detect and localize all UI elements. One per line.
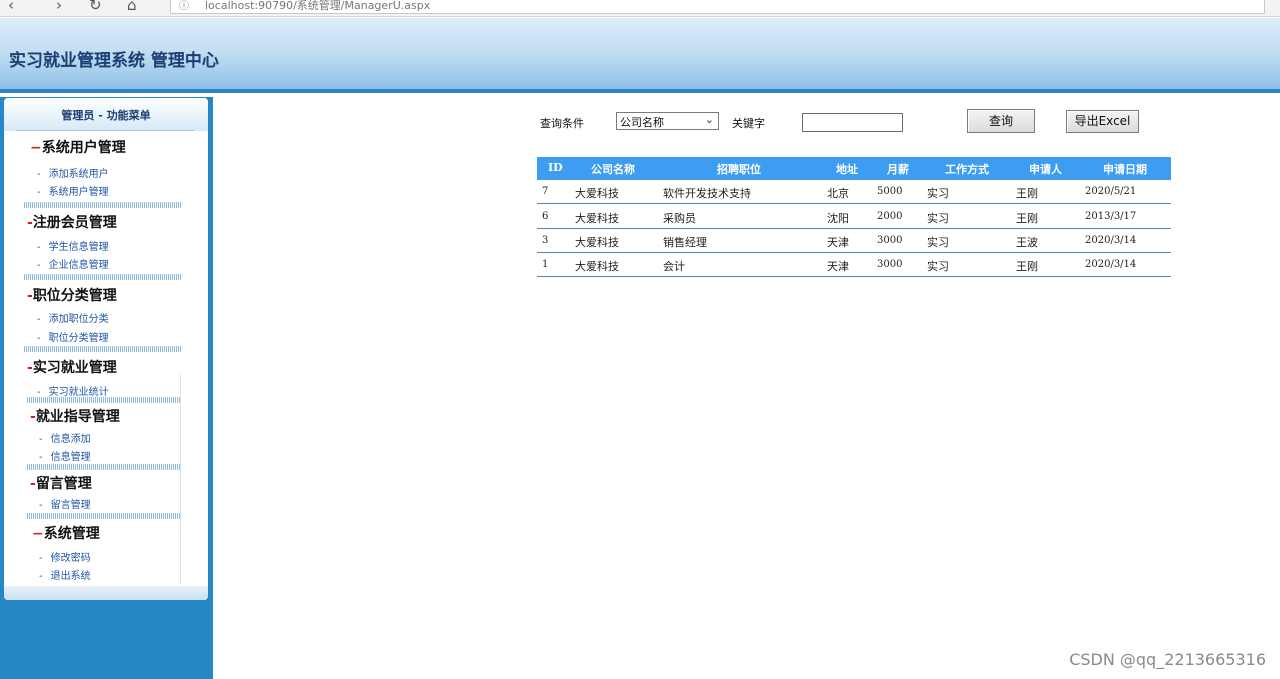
url-text[interactable]: localhost:90790/系统管理/ManagerU.aspx	[205, 0, 430, 13]
cell-position: 会计	[663, 260, 685, 273]
menu-heading: 管理员 - 功能菜单	[61, 109, 151, 122]
table-row: 1 大爱科技 会计 天津 3000 实习 王刚 2020/3/14	[537, 253, 1171, 277]
menu-divider	[27, 397, 181, 403]
sidebar-item-system-user-manage[interactable]: - 系统用户管理	[37, 183, 109, 198]
export-excel-button[interactable]: 导出Excel	[1066, 110, 1139, 133]
cell-apply-date: 2020/5/21	[1085, 186, 1137, 197]
sidebar-section-career-guidance[interactable]: -就业指导管理	[30, 406, 120, 426]
keyword-label: 关键字	[732, 117, 765, 130]
menu-divider	[27, 464, 181, 470]
cell-position: 采购员	[663, 212, 696, 225]
cell-applicant: 王波	[1016, 236, 1038, 249]
app-header: 实习就业管理系统 管理中心	[0, 18, 1280, 93]
table-row: 6 大爱科技 采购员 沈阳 2000 实习 王刚 2013/3/17	[537, 205, 1171, 229]
cell-work-type: 实习	[927, 212, 949, 225]
cell-id: 7	[542, 186, 549, 197]
cell-salary: 2000	[877, 211, 903, 222]
cell-work-type: 实习	[927, 236, 949, 249]
menu-heading-divider	[16, 130, 194, 131]
watermark: CSDN @qq_2213665316	[1069, 650, 1266, 669]
address-bar[interactable]: ⓘ localhost:90790/系统管理/ManagerU.aspx	[170, 0, 1265, 14]
condition-select-value: 公司名称	[620, 116, 664, 129]
menu-divider	[24, 274, 181, 280]
cell-id: 6	[542, 211, 549, 222]
sidebar-section-system-users[interactable]: −系统用户管理	[30, 137, 126, 157]
cell-company: 大爱科技	[575, 236, 619, 249]
cell-salary: 3000	[877, 235, 903, 246]
cell-address: 沈阳	[827, 212, 849, 225]
section-dash-icon: −	[30, 140, 42, 156]
cell-apply-date: 2020/3/14	[1085, 235, 1137, 246]
reload-icon[interactable]: ↻	[89, 0, 102, 14]
table-header: ID 公司名称 招聘职位 地址 月薪 工作方式 申请人 申请日期	[537, 157, 1171, 180]
cell-applicant: 王刚	[1016, 260, 1038, 273]
cell-company: 大爱科技	[575, 187, 619, 200]
condition-select[interactable]: 公司名称 ⌄	[616, 112, 719, 130]
cell-salary: 3000	[877, 259, 903, 270]
sidebar-section-messages[interactable]: -留言管理	[30, 473, 92, 493]
menu-divider	[24, 346, 181, 352]
sidebar-item-change-password[interactable]: - 修改密码	[39, 549, 91, 564]
app-title: 实习就业管理系统 管理中心	[9, 51, 219, 71]
sidebar-item-job-category-manage[interactable]: - 职位分类管理	[37, 329, 109, 344]
cell-work-type: 实习	[927, 260, 949, 273]
table-row: 7 大爱科技 软件开发技术支持 北京 5000 实习 王刚 2020/5/21	[537, 180, 1171, 204]
cell-position: 软件开发技术支持	[663, 187, 751, 200]
cell-position: 销售经理	[663, 236, 707, 249]
cell-apply-date: 2020/3/14	[1085, 259, 1137, 270]
back-icon[interactable]: ‹	[8, 0, 14, 14]
condition-label: 查询条件	[540, 117, 584, 130]
sidebar-section-system[interactable]: −系统管理	[32, 523, 100, 543]
sidebar-section-job-category[interactable]: -职位分类管理	[27, 285, 117, 305]
cell-applicant: 王刚	[1016, 187, 1038, 200]
cell-address: 天津	[827, 260, 849, 273]
sidebar-item-message-manage[interactable]: - 留言管理	[39, 496, 91, 511]
sidebar-item-student-info[interactable]: - 学生信息管理	[37, 238, 109, 253]
column-header-work-type: 工作方式	[945, 163, 989, 176]
sidebar-section-internship[interactable]: -实习就业管理	[27, 357, 117, 377]
column-header-apply-date: 申请日期	[1103, 163, 1147, 176]
cell-company: 大爱科技	[575, 260, 619, 273]
menu-header: 管理员 - 功能菜单	[4, 98, 208, 131]
sidebar-item-company-info[interactable]: - 企业信息管理	[37, 256, 109, 271]
column-header-address: 地址	[836, 163, 858, 176]
keyword-input[interactable]	[802, 113, 903, 132]
table-row: 3 大爱科技 销售经理 天津 3000 实习 王波 2020/3/14	[537, 229, 1171, 253]
column-header-position: 招聘职位	[717, 163, 761, 176]
sidebar-item-logout[interactable]: - 退出系统	[39, 567, 91, 582]
menu-divider	[180, 374, 181, 584]
cell-address: 北京	[827, 187, 849, 200]
query-button[interactable]: 查询	[967, 109, 1035, 133]
browser-toolbar: ‹ › ↻ ⌂ ⓘ localhost:90790/系统管理/ManagerU.…	[0, 0, 1280, 17]
home-icon[interactable]: ⌂	[127, 0, 137, 14]
column-header-company: 公司名称	[591, 163, 635, 176]
menu-divider	[24, 202, 181, 208]
cell-applicant: 王刚	[1016, 212, 1038, 225]
cell-address: 天津	[827, 236, 849, 249]
sidebar-menu: 管理员 - 功能菜单 −系统用户管理 - 添加系统用户 - 系统用户管理 -注册会员…	[4, 98, 208, 600]
cell-id: 1	[542, 259, 549, 270]
site-info-icon[interactable]: ⓘ	[179, 0, 189, 12]
cell-apply-date: 2013/3/17	[1085, 211, 1137, 222]
section-dash-icon: −	[32, 526, 44, 542]
sidebar-item-add-system-user[interactable]: - 添加系统用户	[37, 165, 109, 180]
menu-footer	[4, 586, 208, 600]
column-header-id: ID	[548, 161, 563, 174]
column-header-salary: 月薪	[887, 163, 909, 176]
forward-icon[interactable]: ›	[56, 0, 62, 14]
chevron-down-icon: ⌄	[704, 113, 714, 126]
sidebar-item-info-add[interactable]: - 信息添加	[39, 430, 91, 445]
menu-divider	[27, 513, 181, 519]
cell-id: 3	[542, 235, 549, 246]
cell-company: 大爱科技	[575, 212, 619, 225]
sidebar-item-info-manage[interactable]: - 信息管理	[39, 448, 91, 463]
sidebar-section-members[interactable]: -注册会员管理	[27, 212, 117, 232]
sidebar-item-add-job-category[interactable]: - 添加职位分类	[37, 310, 109, 325]
cell-salary: 5000	[877, 186, 903, 197]
sidebar-item-internship-stats[interactable]: - 实习就业统计	[37, 383, 109, 398]
cell-work-type: 实习	[927, 187, 949, 200]
column-header-applicant: 申请人	[1029, 163, 1062, 176]
